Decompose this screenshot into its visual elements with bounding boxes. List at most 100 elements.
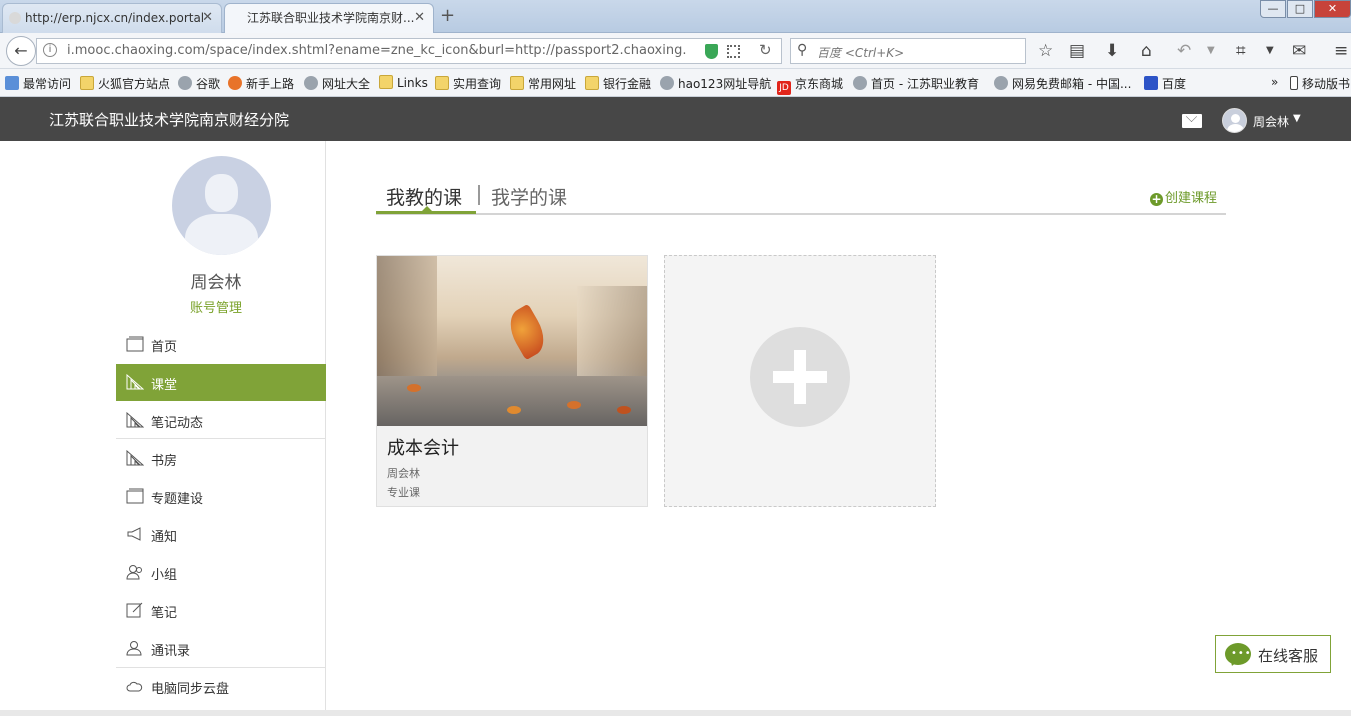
sidebar-item-label: 课堂 bbox=[151, 378, 178, 393]
url-bar[interactable]: i i.mooc.chaoxing.com/space/index.shtml?… bbox=[36, 38, 782, 64]
jd-icon: JD bbox=[777, 81, 791, 95]
add-course-card[interactable] bbox=[664, 255, 936, 507]
chat-icon[interactable]: ✉ bbox=[1292, 41, 1306, 61]
bookmarks-overflow-button[interactable]: » bbox=[1271, 75, 1278, 89]
bookmark-item[interactable]: 网址大全 bbox=[304, 75, 370, 92]
sidebar-item-classroom[interactable]: 课堂 bbox=[116, 364, 326, 401]
avatar[interactable] bbox=[172, 156, 271, 255]
chat-bubble-icon: ••• bbox=[1225, 643, 1251, 665]
baidu-paw-icon bbox=[1144, 76, 1158, 90]
reading-list-icon[interactable]: ▤ bbox=[1069, 41, 1085, 61]
qr-code-icon[interactable] bbox=[727, 45, 740, 58]
globe-icon bbox=[994, 76, 1008, 90]
chevron-down-icon[interactable]: ▼ bbox=[1293, 113, 1301, 124]
tab-separator bbox=[478, 185, 480, 205]
group-icon bbox=[126, 565, 142, 580]
course-card[interactable]: 成本会计 周会林 专业课 bbox=[376, 255, 648, 507]
leaf-illustration bbox=[502, 303, 552, 361]
course-cover-image[interactable] bbox=[377, 256, 647, 426]
browser-tab-chaoxing[interactable]: 江苏联合职业技术学院南京财... ✕ bbox=[224, 3, 434, 33]
undo-icon[interactable]: ↶ bbox=[1177, 41, 1191, 61]
dropdown-icon[interactable]: ▼ bbox=[1266, 45, 1274, 56]
search-placeholder: 百度 <Ctrl+K> bbox=[817, 46, 905, 60]
bookmark-item[interactable]: hao123网址导航 bbox=[660, 75, 771, 92]
profile-name: 周会林 bbox=[190, 273, 242, 293]
header-avatar[interactable] bbox=[1222, 108, 1247, 133]
horizontal-scrollbar[interactable] bbox=[0, 710, 1351, 716]
notes-feed-icon bbox=[126, 412, 144, 428]
dropdown-icon[interactable]: ▼ bbox=[1207, 45, 1215, 56]
course-tabs: 我教的课 我学的课 bbox=[376, 180, 1226, 215]
sidebar-item-notice[interactable]: 通知 bbox=[116, 516, 326, 553]
bookmark-item[interactable]: JD 京东商城 bbox=[777, 75, 843, 95]
tab-learning-courses[interactable]: 我学的课 bbox=[491, 183, 567, 210]
search-box[interactable]: ⚲ 百度 <Ctrl+K> bbox=[790, 38, 1026, 64]
sidebar: 周会林 账号管理 首页 课堂 笔记动态 书房 专题建设 通知 小组 笔记 通讯录… bbox=[116, 141, 326, 716]
reload-icon[interactable]: ↻ bbox=[759, 41, 772, 59]
download-icon[interactable]: ⬇ bbox=[1105, 41, 1119, 61]
search-icon: ⚲ bbox=[797, 42, 808, 58]
home-window-icon bbox=[126, 336, 144, 352]
create-course-button[interactable]: + 创建课程 bbox=[1150, 187, 1217, 206]
bookmark-item[interactable]: 首页 - 江苏职业教育 bbox=[853, 75, 979, 92]
bookmark-item[interactable]: Links bbox=[379, 75, 428, 90]
sidebar-item-topics[interactable]: 专题建设 bbox=[116, 478, 326, 515]
tab-title: http://erp.njcx.cn/index.portal bbox=[25, 11, 205, 25]
active-tab-underline bbox=[376, 211, 476, 214]
menu-icon[interactable]: ≡ bbox=[1334, 41, 1348, 61]
mail-icon[interactable] bbox=[1182, 114, 1202, 128]
sidebar-item-contacts[interactable]: 通讯录 bbox=[116, 630, 326, 667]
globe-icon bbox=[304, 76, 318, 90]
folder-icon bbox=[585, 76, 599, 90]
browser-tab-erp[interactable]: http://erp.njcx.cn/index.portal ✕ bbox=[2, 3, 222, 33]
globe-icon bbox=[853, 76, 867, 90]
bookmark-item[interactable]: 实用查询 bbox=[435, 75, 501, 92]
info-icon[interactable]: i bbox=[43, 43, 57, 57]
bookmark-item[interactable]: 最常访问 bbox=[5, 75, 71, 92]
back-button[interactable]: ← bbox=[6, 36, 36, 66]
online-service-button[interactable]: ••• 在线客服 bbox=[1215, 635, 1331, 673]
sidebar-item-home[interactable]: 首页 bbox=[116, 326, 326, 363]
bookmark-item[interactable]: 谷歌 bbox=[178, 75, 220, 92]
site-header: 江苏联合职业技术学院南京财经分院 bbox=[0, 97, 1351, 141]
bookmark-item[interactable]: 网易免费邮箱 - 中国... bbox=[994, 75, 1131, 92]
site-title[interactable]: 江苏联合职业技术学院南京财经分院 bbox=[49, 109, 289, 130]
sidebar-item-label: 电脑同步云盘 bbox=[151, 682, 230, 697]
folder-icon bbox=[510, 76, 524, 90]
sidebar-item-group[interactable]: 小组 bbox=[116, 554, 326, 591]
bookmark-item[interactable]: 常用网址 bbox=[510, 75, 576, 92]
bookmark-item[interactable]: 百度 bbox=[1144, 75, 1186, 92]
add-circle-icon: + bbox=[1150, 192, 1163, 206]
sidebar-item-bookshelf[interactable]: 书房 bbox=[116, 440, 326, 477]
mobile-bookmarks[interactable]: 移动版书 bbox=[1290, 75, 1350, 92]
home-icon[interactable]: ⌂ bbox=[1141, 41, 1152, 61]
bookshelf-icon bbox=[126, 450, 144, 466]
sidebar-item-cloud-drive[interactable]: 电脑同步云盘 bbox=[116, 668, 326, 705]
sidebar-item-label: 笔记动态 bbox=[151, 416, 204, 431]
course-title[interactable]: 成本会计 bbox=[387, 434, 459, 460]
plus-icon[interactable] bbox=[750, 327, 850, 427]
url-text[interactable]: i.mooc.chaoxing.com/space/index.shtml?en… bbox=[67, 43, 687, 58]
bookmark-item[interactable]: 银行金融 bbox=[585, 75, 651, 92]
shield-icon[interactable] bbox=[705, 44, 718, 59]
close-tab-icon[interactable]: ✕ bbox=[414, 4, 425, 32]
firefox-icon bbox=[228, 76, 242, 90]
folder-icon bbox=[435, 76, 449, 90]
header-user-name[interactable]: 周会林 bbox=[1253, 113, 1289, 130]
course-type: 专业课 bbox=[387, 486, 420, 499]
sidebar-item-label: 笔记 bbox=[151, 606, 178, 621]
account-management-link[interactable]: 账号管理 bbox=[116, 297, 316, 316]
minimize-button[interactable]: — bbox=[1260, 0, 1286, 18]
topic-window-icon bbox=[126, 488, 144, 504]
crop-icon[interactable]: ⌗ bbox=[1236, 41, 1246, 61]
new-tab-button[interactable]: + bbox=[440, 5, 455, 26]
bookmark-item[interactable]: 新手上路 bbox=[228, 75, 294, 92]
sidebar-item-notes[interactable]: 笔记 bbox=[116, 592, 326, 629]
bookmark-star-icon[interactable]: ☆ bbox=[1038, 41, 1053, 61]
close-tab-icon[interactable]: ✕ bbox=[202, 4, 213, 32]
maximize-button[interactable]: □ bbox=[1287, 0, 1313, 18]
close-window-button[interactable]: ✕ bbox=[1314, 0, 1351, 18]
phone-icon bbox=[1290, 76, 1298, 90]
bookmark-item[interactable]: 火狐官方站点 bbox=[80, 75, 170, 92]
sidebar-item-notes-feed[interactable]: 笔记动态 bbox=[116, 402, 326, 439]
